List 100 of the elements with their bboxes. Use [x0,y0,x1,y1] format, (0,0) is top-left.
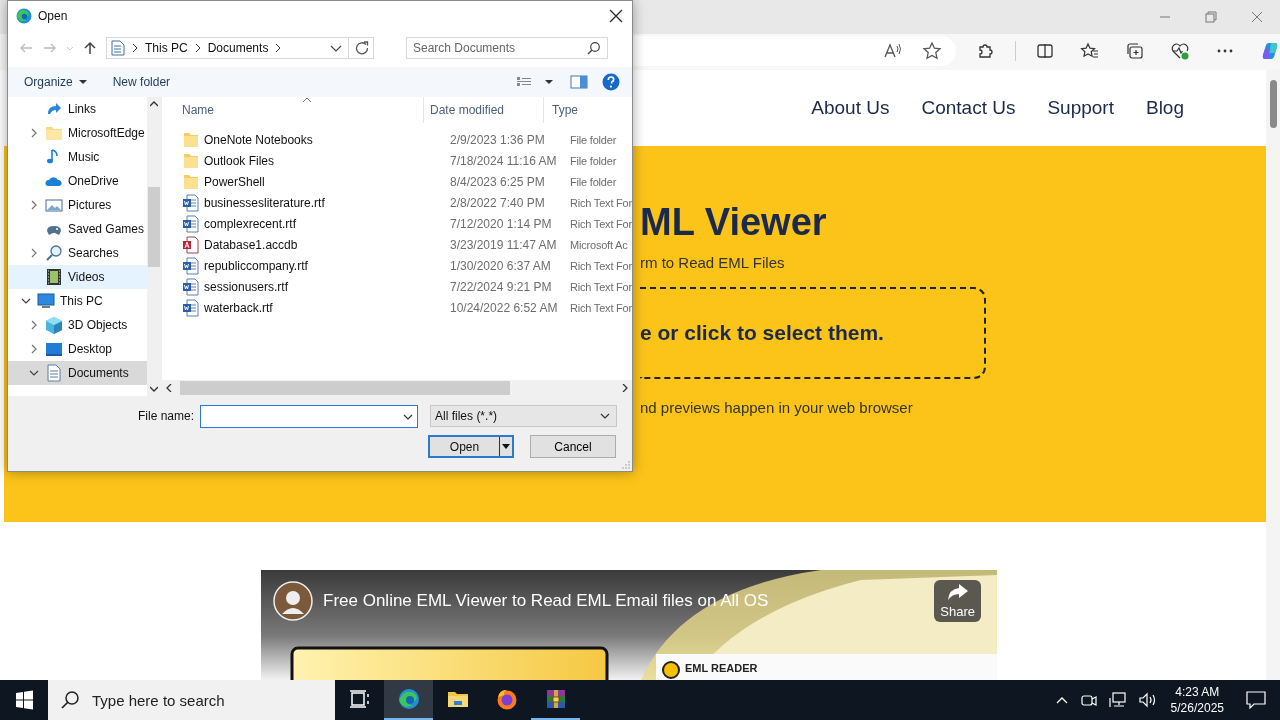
chevron-icon [193,43,202,53]
tree-item[interactable]: OneDrive [8,169,147,193]
address-field[interactable]: This PC Documents [106,37,374,59]
file-type-dropdown[interactable]: All files (*.*) [430,405,618,427]
column-header[interactable]: Date modified [424,97,544,123]
heart-pulse-icon[interactable] [1170,41,1190,61]
folder-icon [182,172,199,191]
document-icon [111,40,125,56]
scroll-thumb[interactable] [180,381,510,395]
file-type: Rich Text For [570,217,632,230]
nav-link[interactable]: Blog [1145,97,1184,120]
clock[interactable]: 4:23 AM 5/26/2025 [1170,684,1224,716]
file-name: Outlook Files [204,153,275,168]
share-icon [946,583,969,601]
tree-item[interactable]: Documents [8,361,147,385]
file-row[interactable]: waterback.rtf 10/24/2022 6:52 AM Rich Text For [162,297,632,318]
file-row[interactable]: Database1.accdb 3/23/2019 11:47 AM Microsoft Ac [162,234,632,255]
refresh-icon[interactable] [355,41,369,55]
copilot-icon[interactable] [1260,41,1280,61]
tree-item[interactable]: MicrosoftEdge [8,121,147,145]
drop-zone-text: e or click to select them. [640,321,884,346]
camera-icon[interactable] [1080,692,1097,708]
tree-item[interactable]: This PC [8,289,147,313]
tree-item[interactable]: Pictures [8,193,147,217]
file-row[interactable]: Outlook Files 7/18/2024 11:16 AM File folder [162,150,632,171]
notification-icon[interactable] [1246,691,1266,709]
nav-link[interactable]: Contact Us [921,97,1016,120]
collapsed-chevron-icon[interactable] [29,344,39,354]
drop-zone[interactable]: e or click to select them. [640,287,986,380]
collapsed-chevron-icon[interactable] [29,200,39,210]
tree-item[interactable]: Searches [8,241,147,265]
channel-avatar[interactable] [273,581,313,621]
open-button[interactable]: Open [428,435,514,458]
file-row[interactable]: complexrecent.rtf 7/12/2020 1:14 PM Rich Text For [162,213,632,234]
scroll-thumb[interactable] [148,186,160,267]
file-row[interactable]: businessesliterature.rtf 2/8/2022 7:40 PM Rich Text For [162,192,632,213]
caret-icon[interactable] [502,444,510,449]
taskbar-search[interactable]: Type here to search [48,680,335,720]
taskbar-app[interactable] [384,680,433,720]
file-date: 3/23/2019 11:47 AM [449,237,558,252]
field-label: File name: [138,409,195,423]
file-date: 1/30/2020 6:37 AM [449,258,552,273]
breadcrumb-item[interactable]: Documents [207,41,269,55]
dropdown-icon[interactable] [330,43,342,53]
volume-icon[interactable] [1138,692,1157,708]
dropdown-icon[interactable] [403,412,414,421]
nav-link[interactable]: Support [1047,97,1114,120]
nav-link[interactable]: About Us [811,97,890,120]
organize-button[interactable]: Organize [18,73,93,91]
cube-icon [45,316,63,334]
expanded-chevron-icon[interactable] [21,296,31,306]
favorites-icon[interactable] [1080,41,1100,61]
file-date: 7/22/2024 9:21 PM [449,279,553,294]
file-row[interactable]: OneNote Notebooks 2/9/2023 1:36 PM File folder [162,129,632,150]
help-icon[interactable] [602,73,620,91]
new-folder-button[interactable]: New folder [106,73,177,91]
file-row[interactable]: PowerShell 8/4/2023 6:25 PM File folder [162,171,632,192]
file-date: 7/12/2020 1:14 PM [449,216,553,231]
breadcrumb-item[interactable]: This PC [145,41,188,55]
tree-item[interactable]: Saved Games [8,217,147,241]
file-name-field[interactable] [200,404,419,428]
tree-item[interactable]: Links [8,97,147,121]
folder-icon [182,151,199,170]
collections-icon[interactable] [1125,41,1145,61]
expanded-chevron-icon[interactable] [29,368,39,378]
scroll-thumb[interactable] [1269,80,1277,128]
access-document-icon [182,235,199,254]
search-icon[interactable] [587,41,601,55]
preview-pane-icon[interactable] [570,75,588,89]
share-button[interactable]: Share [934,580,981,622]
tree-item[interactable]: Videos [8,265,147,289]
network-icon[interactable] [1108,692,1127,708]
puzzle-icon[interactable] [976,41,996,61]
split-screen-icon[interactable] [1035,41,1055,61]
file-name: businessesliterature.rtf [204,195,325,210]
app-icon [16,8,32,24]
up-icon[interactable] [82,40,98,56]
file-type: File folder [570,133,618,146]
file-row[interactable]: sessionusers.rtf 7/22/2024 9:21 PM Rich Text For [162,276,632,297]
resize-grip-icon[interactable] [622,461,630,469]
search-icon [60,690,80,710]
tree-item[interactable]: Desktop [8,337,147,361]
file-name: republiccompany.rtf [204,258,308,273]
column-header[interactable]: Name [162,97,424,123]
column-header[interactable]: Type [544,97,632,123]
page-subtitle: rm to Read EML Files [640,254,786,272]
file-row[interactable]: republiccompany.rtf 1/30/2020 6:37 AM Rich Text For [162,255,632,276]
search-field[interactable]: Search Documents [406,37,608,59]
tree-item[interactable]: 3D Objects [8,313,147,337]
file-date: 8/4/2023 6:25 PM [449,174,546,189]
close-icon[interactable] [608,8,624,24]
collapsed-chevron-icon[interactable] [29,320,39,330]
collapsed-chevron-icon[interactable] [29,128,39,138]
collapsed-chevron-icon[interactable] [29,248,39,258]
word-document-icon [182,298,199,317]
file-name: complexrecent.rtf [204,216,297,231]
tree-item[interactable]: Music [8,145,147,169]
video-title[interactable]: Free Online EML Viewer to Read EML Email files on All OS [323,591,769,611]
cancel-button[interactable]: Cancel [530,435,616,458]
star-icon[interactable] [922,41,942,61]
